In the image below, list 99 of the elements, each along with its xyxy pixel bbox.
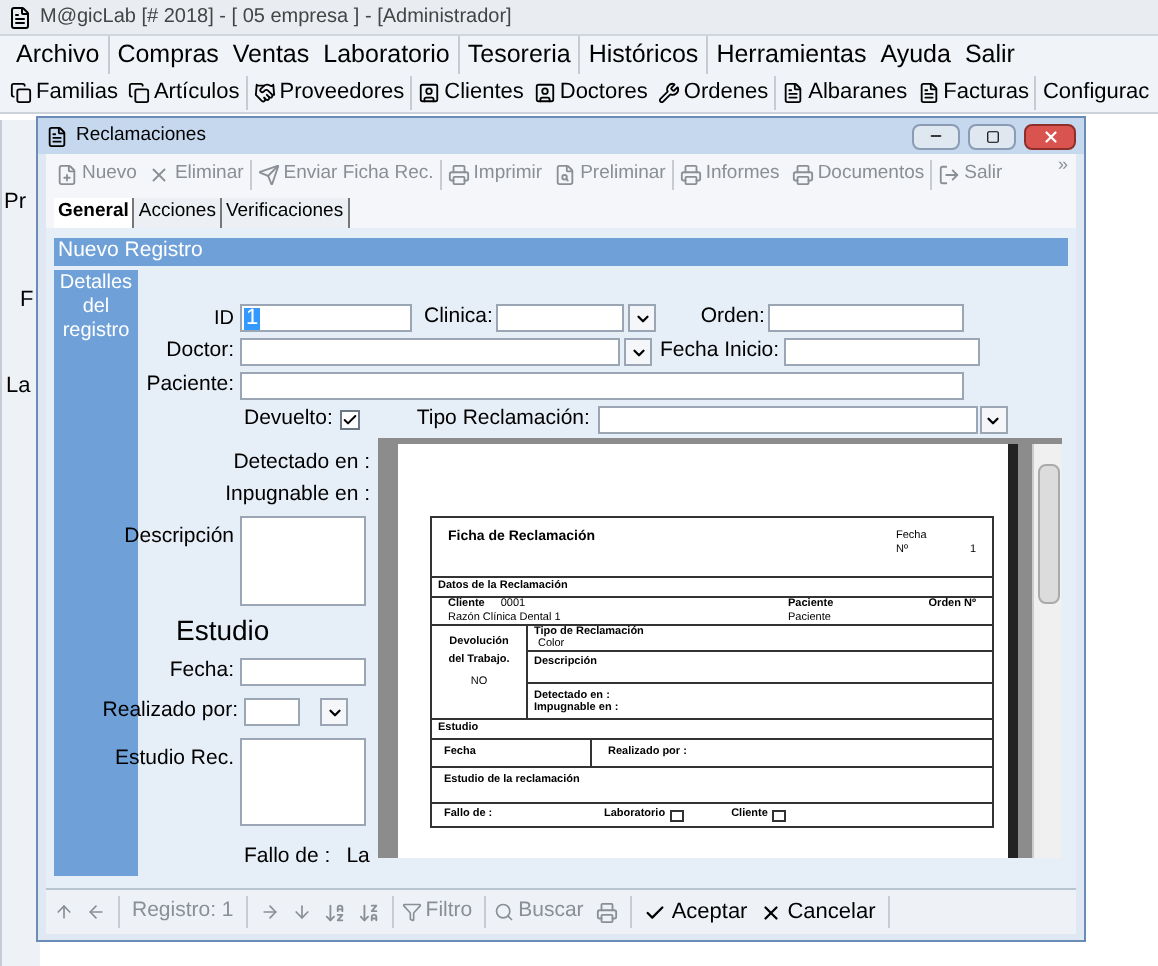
scrollbar[interactable] bbox=[1032, 444, 1062, 858]
overflow-chevron: » bbox=[1057, 154, 1068, 174]
claim-type-field[interactable] bbox=[597, 406, 978, 434]
dropdown-button[interactable] bbox=[320, 698, 348, 726]
toolbar-button[interactable]: Proveedores bbox=[253, 76, 405, 110]
toolbar-button[interactable]: Configurac bbox=[1042, 76, 1150, 110]
checkbox[interactable] bbox=[340, 410, 361, 430]
last-record-icon[interactable] bbox=[291, 902, 312, 922]
dropdown-button[interactable] bbox=[624, 338, 652, 366]
performed-by-field[interactable] bbox=[244, 698, 300, 726]
document-icon bbox=[782, 82, 805, 104]
toolbar-button[interactable]: Facturas bbox=[917, 76, 1029, 110]
check-icon bbox=[342, 412, 359, 428]
tab[interactable]: Acciones bbox=[134, 198, 222, 228]
cancel-button[interactable]: Cancelar bbox=[759, 895, 876, 929]
person-icon bbox=[418, 82, 441, 104]
menu-item[interactable]: Históricos bbox=[588, 36, 699, 74]
menu-item[interactable]: Archivo bbox=[16, 36, 100, 74]
send-icon bbox=[257, 164, 280, 186]
exit-icon bbox=[938, 164, 961, 186]
close-icon bbox=[148, 164, 171, 186]
printer-icon bbox=[447, 164, 470, 186]
field-label: Devuelto: bbox=[244, 404, 333, 435]
printer-icon bbox=[791, 164, 814, 186]
field-label: Fecha Inicio: bbox=[660, 336, 780, 367]
toolbar-button[interactable]: Doctores bbox=[533, 76, 648, 110]
wrench-icon bbox=[657, 82, 680, 104]
field-label: Fecha: bbox=[169, 656, 234, 687]
field-label: ID bbox=[214, 305, 234, 333]
patient-field[interactable] bbox=[240, 372, 964, 400]
section-heading: Estudio bbox=[176, 612, 270, 650]
printer-icon[interactable] bbox=[595, 901, 618, 923]
tab[interactable]: General bbox=[54, 198, 135, 228]
filter-icon bbox=[401, 902, 422, 922]
windows-icon bbox=[10, 82, 32, 104]
dialog-title: Reclamaciones bbox=[76, 121, 208, 150]
field-label: Realizado por: bbox=[102, 696, 238, 727]
toolbar-button[interactable]: Clientes bbox=[418, 76, 524, 110]
field-label: Descripción bbox=[124, 522, 234, 548]
field-label: Tipo Reclamación: bbox=[416, 404, 590, 435]
handshake-icon bbox=[253, 82, 276, 104]
scrollbar-thumb[interactable] bbox=[1037, 464, 1059, 604]
next-record-icon[interactable] bbox=[259, 902, 280, 922]
field-label: Doctor: bbox=[166, 336, 234, 367]
first-record-icon[interactable] bbox=[54, 902, 74, 922]
close-icon bbox=[1041, 127, 1059, 145]
printer-icon bbox=[679, 164, 702, 186]
field-label: Fallo de : bbox=[244, 842, 331, 873]
field-label: Paciente: bbox=[146, 370, 234, 401]
field-label: La bbox=[6, 372, 33, 402]
field-label: Estudio Rec. bbox=[114, 744, 234, 770]
field-label: Orden: bbox=[700, 302, 765, 333]
toolbar-button[interactable]: Artículos bbox=[127, 76, 240, 110]
window-title: M@gicLab [# 2018] - [ 05 empresa ] - [Administrador] bbox=[40, 4, 512, 32]
field-label: Inpugnable en : bbox=[225, 480, 370, 511]
section-header: Nuevo Registro bbox=[54, 238, 1068, 266]
menu-item[interactable]: Ventas bbox=[232, 36, 310, 74]
dialog-icon bbox=[46, 125, 68, 147]
check-icon bbox=[643, 901, 666, 923]
field-label: F bbox=[20, 285, 36, 315]
maximize-icon bbox=[985, 129, 999, 143]
study-field[interactable] bbox=[240, 738, 366, 826]
toolbar-button[interactable]: Ordenes bbox=[657, 76, 769, 110]
windows-icon bbox=[127, 82, 150, 104]
accept-button[interactable]: Aceptar bbox=[643, 895, 748, 929]
maximize-button[interactable] bbox=[968, 123, 1016, 149]
field-label: Detectado en : bbox=[233, 448, 370, 479]
sort-ascending-icon[interactable] bbox=[323, 901, 346, 923]
person-icon bbox=[533, 82, 556, 104]
tab[interactable]: Verificaciones bbox=[221, 198, 350, 228]
toolbar-button[interactable]: Albaranes bbox=[782, 76, 908, 110]
start-date-field[interactable] bbox=[783, 338, 980, 366]
close-icon bbox=[759, 901, 782, 923]
doctor-field[interactable] bbox=[240, 338, 620, 366]
clinic-field[interactable] bbox=[496, 304, 625, 332]
menu-item[interactable]: Tesoreria bbox=[467, 36, 571, 74]
description-field[interactable] bbox=[240, 516, 366, 606]
menu-item[interactable]: Ayuda bbox=[880, 36, 951, 74]
sort-descending-icon[interactable] bbox=[357, 901, 380, 923]
dropdown-button[interactable] bbox=[979, 406, 1008, 434]
app-icon bbox=[8, 5, 32, 29]
field-label: Clinica: bbox=[424, 302, 493, 333]
dropdown-button[interactable] bbox=[628, 304, 657, 332]
record-counter: Registro: 1 bbox=[118, 896, 248, 928]
toolbar-button[interactable]: Familias bbox=[10, 76, 118, 110]
field-label: La bbox=[346, 842, 370, 873]
date-field[interactable] bbox=[240, 658, 366, 686]
search-icon bbox=[494, 902, 515, 922]
menu-item[interactable]: Compras bbox=[117, 36, 219, 74]
new-file-icon bbox=[56, 164, 78, 186]
menu-item[interactable]: Salir bbox=[964, 36, 1015, 74]
order-field[interactable] bbox=[768, 304, 965, 332]
menu-item[interactable]: Herramientas bbox=[716, 36, 867, 74]
document-icon bbox=[917, 82, 940, 104]
preview-icon bbox=[554, 164, 577, 186]
previous-record-icon[interactable] bbox=[86, 902, 106, 922]
close-button[interactable] bbox=[1024, 123, 1076, 149]
field-label: Pr bbox=[4, 188, 28, 218]
menu-item[interactable]: Laboratorio bbox=[323, 36, 450, 74]
